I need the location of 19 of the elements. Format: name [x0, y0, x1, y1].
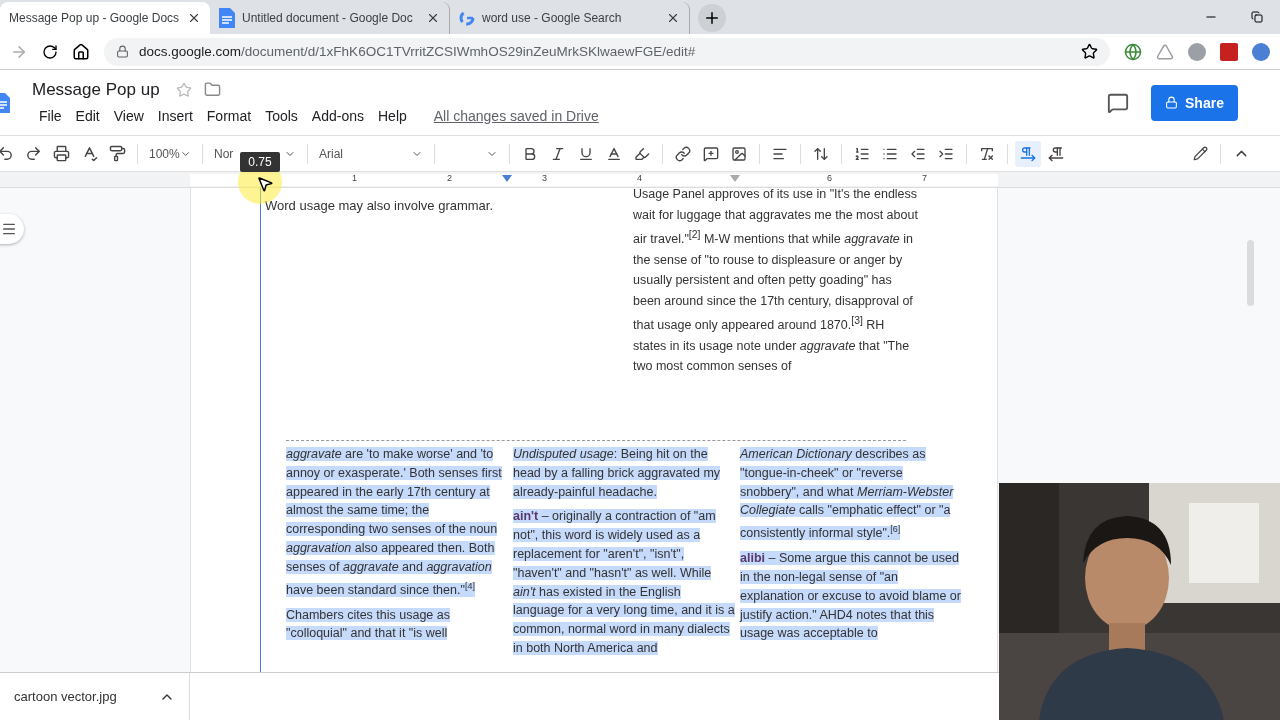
- paragraph: Usage Panel approves of its use in "It's the endless wait for luggage that aggravates me the most about air travel."$^{[2]}$ M-W mentions that while aggravate in the sense of "to rouse to displeasure or anger by usually persistent and often petty goading" has been around since the 17th century, disapproval of that usage only appeared around 1870.$^{[3]}$ RH states in its usage note under aggravate that "The two most common senses of: [633, 188, 918, 376]
- tab-title: Message Pop up - Google Docs: [9, 11, 180, 25]
- indent-tooltip: 0.75: [240, 152, 280, 172]
- paragraph: Undisputed usage: Being hit on the head by a falling brick aggravated my already-painful headache.: [513, 446, 722, 501]
- paragraph: Word usage may also involve grammar.: [265, 198, 495, 215]
- paragraph: Chambers cites this usage as "colloquial" and that it "is well: [286, 606, 451, 643]
- paragraph: American Dictionary describes as "tongue-in-cheek" or "reverse snobbery", and what Merriam-Webster Collegiate calls "emphatic effect" or "a consistently informal style".$^{[6]}$: [740, 446, 955, 543]
- url-text: docs.google.com/document/d/1xFhK6OC1TVrritZCSIWmhOS29inZeuMrkSKlwaewFGE/edit#: [139, 44, 697, 59]
- ruler-number: 4: [637, 173, 642, 183]
- tab-title: Untitled document - Google Doc: [242, 11, 414, 25]
- ruler-number: 7: [922, 173, 927, 183]
- ruler-number: 3: [542, 173, 547, 183]
- ruler-number: 1: [352, 173, 357, 183]
- paragraph: alibi – Some argue this cannot be used in the non-legal sense of "an explanation or excuse to avoid blame or justify action." AHD4 notes that this usage was acceptable to: [740, 550, 962, 643]
- ruler-number: 2: [447, 173, 452, 183]
- paragraph: aggravate are 'to make worse' and 'to annoy or exasperate.' Both senses first appeared in the early 17th century at almost the same time; the corresponding two senses of the noun aggravation also appeared then. Both senses of aggravate and aggravation have been standard since then."$^{[4]}$: [286, 446, 503, 599]
- paragraph: ain't – originally a contraction of "am not", this word is widely used as a replacement for "aren't", "isn't", "haven't" and "hasn't" as well. While ain't has existed in the English language for a very long time, and it is a common, normal word in many dialects in both North America and: [513, 508, 735, 657]
- ruler-number: 6: [827, 173, 832, 183]
- tab-title: word use - Google Search: [482, 11, 623, 25]
